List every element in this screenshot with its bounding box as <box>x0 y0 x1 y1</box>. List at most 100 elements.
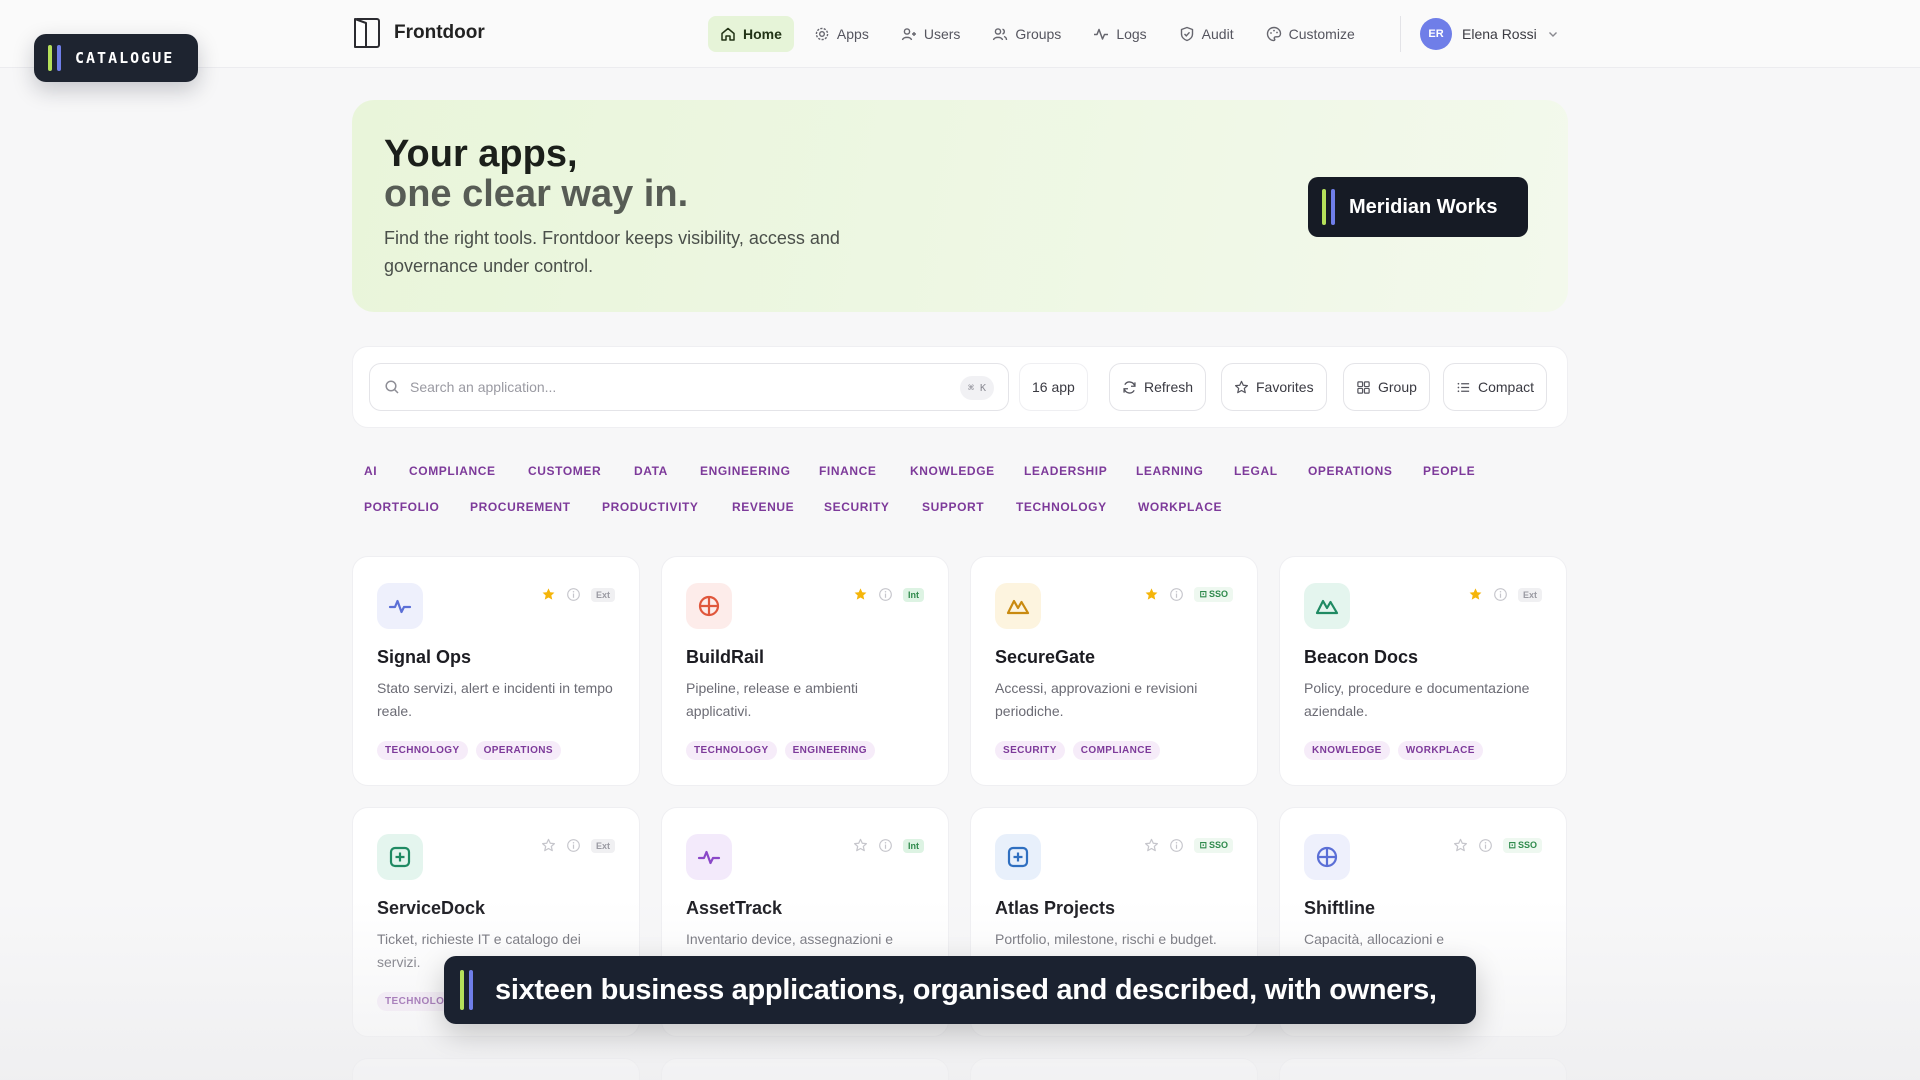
filter-tag[interactable]: FINANCE <box>817 462 879 480</box>
palette-icon <box>1266 26 1282 42</box>
access-badge: Ext <box>590 587 615 602</box>
filter-tag[interactable]: LEGAL <box>1232 462 1280 480</box>
info-icon[interactable] <box>878 838 893 853</box>
app-card[interactable]: Ext Beacon Docs Policy, procedure e docu… <box>1279 556 1567 786</box>
filter-tag[interactable]: SUPPORT <box>920 498 986 516</box>
favorite-star-icon[interactable] <box>1144 838 1159 853</box>
app-icon <box>377 834 423 880</box>
app-name: AssetTrack <box>686 898 783 918</box>
app-name: ServiceDock <box>377 898 486 918</box>
info-icon[interactable] <box>1493 587 1508 602</box>
filter-tag[interactable]: PEOPLE <box>1421 462 1477 480</box>
nav-item-users[interactable]: Users <box>889 16 973 52</box>
nav-item-label: Logs <box>1116 26 1147 42</box>
card-tag[interactable]: KNOWLEDGE <box>1304 741 1390 760</box>
lock-icon: ⊡ <box>1199 589 1207 599</box>
app-name: Shiftline <box>1304 898 1375 918</box>
chevron-down-icon <box>1547 28 1559 40</box>
app-card[interactable] <box>1279 1058 1567 1080</box>
filter-tag[interactable]: LEADERSHIP <box>1022 462 1109 480</box>
nav-item-apps[interactable]: Apps <box>802 16 881 52</box>
app-name: Signal Ops <box>377 647 472 667</box>
filter-tag[interactable]: WORKPLACE <box>1136 498 1224 516</box>
filter-tag[interactable]: REVENUE <box>730 498 796 516</box>
favorite-star-icon[interactable] <box>1453 838 1468 853</box>
card-tags: TECHNOLOGY OPERATIONS <box>377 741 561 760</box>
filter-tag[interactable]: DATA <box>632 462 670 480</box>
app-card[interactable] <box>352 1058 640 1080</box>
favorite-star-icon[interactable] <box>853 838 868 853</box>
favorite-star-icon[interactable] <box>853 587 868 602</box>
filter-tag[interactable]: OPERATIONS <box>1306 462 1394 480</box>
info-icon[interactable] <box>566 587 581 602</box>
card-tag[interactable]: SECURITY <box>995 741 1065 760</box>
app-name: Atlas Projects <box>995 898 1116 918</box>
favorite-star-icon[interactable] <box>541 838 556 853</box>
card-tag[interactable]: TECHNOLOGY <box>377 741 468 760</box>
plus-square-icon <box>387 844 413 870</box>
card-tag[interactable]: ENGINEERING <box>784 741 875 760</box>
app-card[interactable] <box>661 1058 949 1080</box>
info-icon[interactable] <box>1169 587 1184 602</box>
access-badge-label: SSO <box>1208 589 1228 599</box>
filter-tag[interactable]: SECURITY <box>822 498 891 516</box>
filter-tag[interactable]: PRODUCTIVITY <box>600 498 701 516</box>
app-name: SecureGate <box>995 647 1096 667</box>
app-description: Capacità, allocazioni e <box>1304 931 1445 947</box>
app-card[interactable]: ⊡ SSO SecureGate Accessi, approvazioni e … <box>970 556 1258 786</box>
nav-item-groups[interactable]: Groups <box>980 16 1073 52</box>
favorites-label: Favorites <box>1256 379 1314 395</box>
nav-item-home[interactable]: Home <box>708 16 794 52</box>
refresh-label: Refresh <box>1144 379 1194 395</box>
favorite-star-icon[interactable] <box>1144 587 1159 602</box>
info-icon[interactable] <box>1478 838 1493 853</box>
filter-tag[interactable]: TECHNOLOGY <box>1014 498 1109 516</box>
activity-icon <box>1093 26 1109 42</box>
info-icon[interactable] <box>1169 838 1184 853</box>
brand-bars-icon <box>460 970 473 1010</box>
app-card[interactable]: Ext Signal Ops Stato servizi, alert e in… <box>352 556 640 786</box>
org-name: Meridian Works <box>1349 195 1498 218</box>
favorite-star-icon[interactable] <box>1468 587 1483 602</box>
search-input[interactable] <box>410 379 950 395</box>
nav-item-logs[interactable]: Logs <box>1081 16 1158 52</box>
filter-tag[interactable]: KNOWLEDGE <box>908 462 997 480</box>
info-icon[interactable] <box>566 838 581 853</box>
favorite-star-icon[interactable] <box>541 587 556 602</box>
refresh-button[interactable]: Refresh <box>1109 363 1207 411</box>
nav-item-customize[interactable]: Customize <box>1254 16 1367 52</box>
filter-tag[interactable]: ENGINEERING <box>698 462 793 480</box>
lock-icon: ⊡ <box>1199 840 1207 850</box>
card-tag[interactable]: OPERATIONS <box>475 741 561 760</box>
user-menu[interactable]: ER Elena Rossi <box>1420 18 1559 50</box>
filter-tag[interactable]: PROCUREMENT <box>468 498 573 516</box>
filter-tag[interactable]: PORTFOLIO <box>362 498 441 516</box>
card-meta: ⊡ SSO <box>1144 587 1233 602</box>
target-icon <box>1314 844 1340 870</box>
filter-tag[interactable]: CUSTOMER <box>526 462 603 480</box>
filter-tag[interactable]: LEARNING <box>1134 462 1205 480</box>
group-button[interactable]: Group <box>1343 363 1430 411</box>
card-tag[interactable]: TECHNOLOGY <box>686 741 777 760</box>
card-tag[interactable]: COMPLIANCE <box>1072 741 1160 760</box>
compact-label: Compact <box>1478 379 1535 395</box>
brand-bars-icon <box>1322 189 1335 225</box>
app-card[interactable]: Int BuildRail Pipeline, release e ambien… <box>661 556 949 786</box>
nav-divider <box>1400 16 1401 52</box>
card-tags: SECURITY COMPLIANCE <box>995 741 1160 760</box>
brand[interactable]: Frontdoor <box>352 17 485 49</box>
app-icon <box>377 583 423 629</box>
access-badge: Int <box>903 838 924 853</box>
target-icon <box>696 593 722 619</box>
hero-banner: Your apps, one clear way in. Find the ri… <box>352 100 1568 312</box>
compact-button[interactable]: Compact <box>1443 363 1548 411</box>
search-box[interactable]: ⌘ K <box>369 363 1009 411</box>
favorites-button[interactable]: Favorites <box>1221 363 1327 411</box>
lock-icon: ⊡ <box>1508 840 1516 850</box>
info-icon[interactable] <box>878 587 893 602</box>
filter-tag[interactable]: COMPLIANCE <box>407 462 498 480</box>
filter-tag[interactable]: AI <box>362 462 379 480</box>
nav-item-audit[interactable]: Audit <box>1167 16 1246 52</box>
card-tag[interactable]: WORKPLACE <box>1397 741 1483 760</box>
app-card[interactable] <box>970 1058 1258 1080</box>
